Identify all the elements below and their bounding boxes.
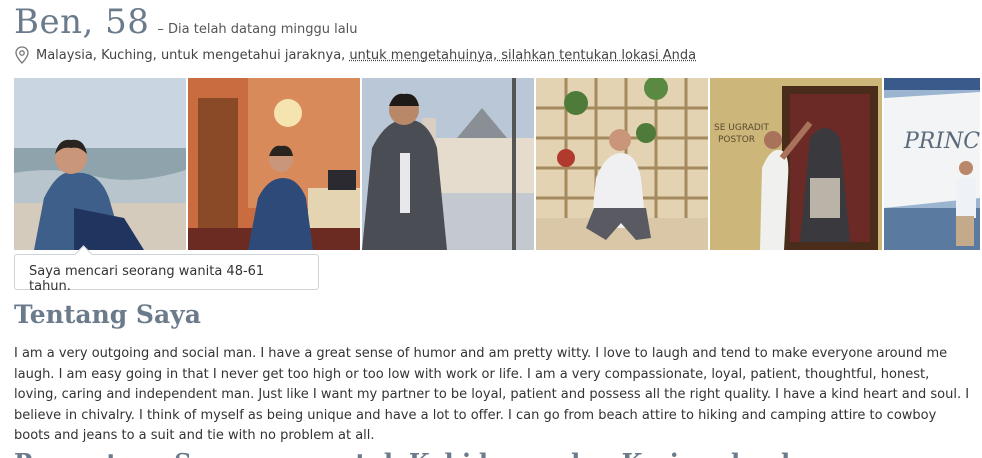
photo-thumbnail-6[interactable]: PRINC xyxy=(884,78,980,250)
building-photo-icon xyxy=(362,78,534,250)
garden-photo-icon xyxy=(536,78,708,250)
about-text: I am a very outgoing and social man. I h… xyxy=(14,346,970,443)
next-section-heading: Pernyataan Sempurna untuk Kehidupan dan … xyxy=(14,448,823,458)
photo-thumbnail-5[interactable]: SE UGRADIT POSTOR xyxy=(710,78,882,250)
office-photo-icon xyxy=(188,78,360,250)
photo-thumbnail-3[interactable] xyxy=(362,78,534,250)
svg-text:POSTOR: POSTOR xyxy=(718,135,755,145)
svg-text:SE UGRADIT: SE UGRADIT xyxy=(714,123,769,133)
profile-name-age: Ben, 58 xyxy=(14,2,150,42)
profile-header: Ben, 58 – Dia telah datang minggu lalu xyxy=(14,2,358,42)
photo-thumbnail-1[interactable] xyxy=(14,78,186,250)
photo-gallery: SE UGRADIT POSTOR PRINC xyxy=(14,78,980,250)
photo-thumbnail-2[interactable] xyxy=(188,78,360,250)
painting-photo-icon: SE UGRADIT POSTOR xyxy=(710,78,882,250)
location-pin-icon xyxy=(15,46,29,64)
about-heading: Tentang Saya xyxy=(14,300,201,329)
last-seen-text: – Dia telah datang minggu lalu xyxy=(157,22,358,37)
ship-photo-icon: PRINC xyxy=(884,78,980,250)
beach-photo-icon xyxy=(14,78,186,250)
location-text: Malaysia, Kuching, untuk mengetahui jara… xyxy=(36,47,346,63)
seeking-tooltip: Saya mencari seorang wanita 48-61 tahun. xyxy=(14,254,319,294)
set-location-link[interactable]: untuk mengetahuinya, silahkan tentukan l… xyxy=(349,48,696,63)
photo-thumbnail-4[interactable] xyxy=(536,78,708,250)
location-row: Malaysia, Kuching, untuk mengetahui jara… xyxy=(14,46,696,64)
svg-text:PRINC: PRINC xyxy=(903,129,980,154)
